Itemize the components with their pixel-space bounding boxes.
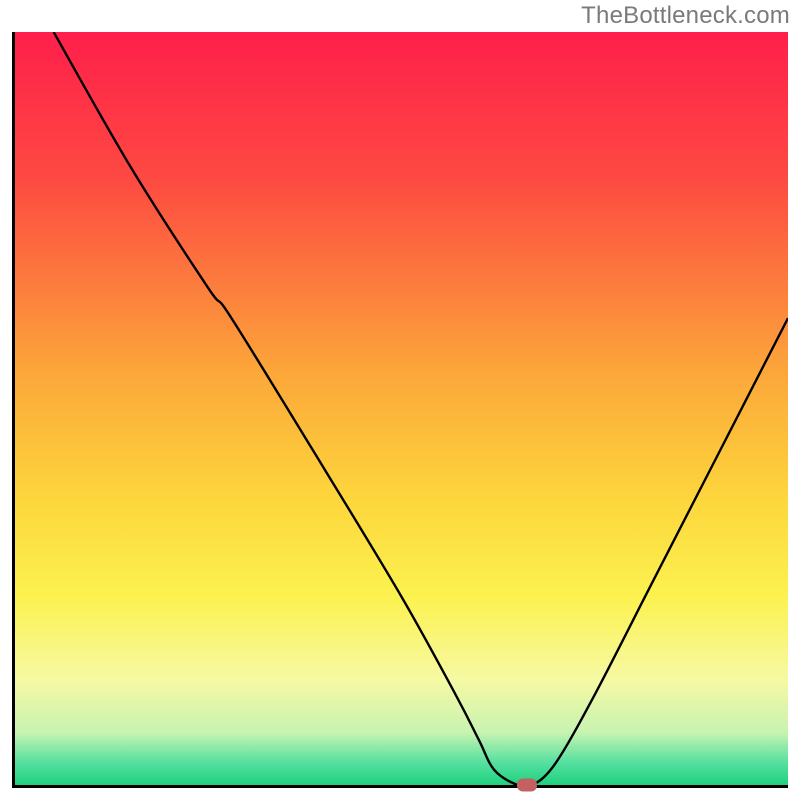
- watermark-text: TheBottleneck.com: [581, 2, 790, 30]
- plot-area: [12, 32, 788, 788]
- plot-svg: [15, 32, 788, 785]
- gradient-background: [15, 32, 788, 785]
- optimal-point-marker: [517, 779, 537, 792]
- chart-root: TheBottleneck.com: [0, 0, 800, 800]
